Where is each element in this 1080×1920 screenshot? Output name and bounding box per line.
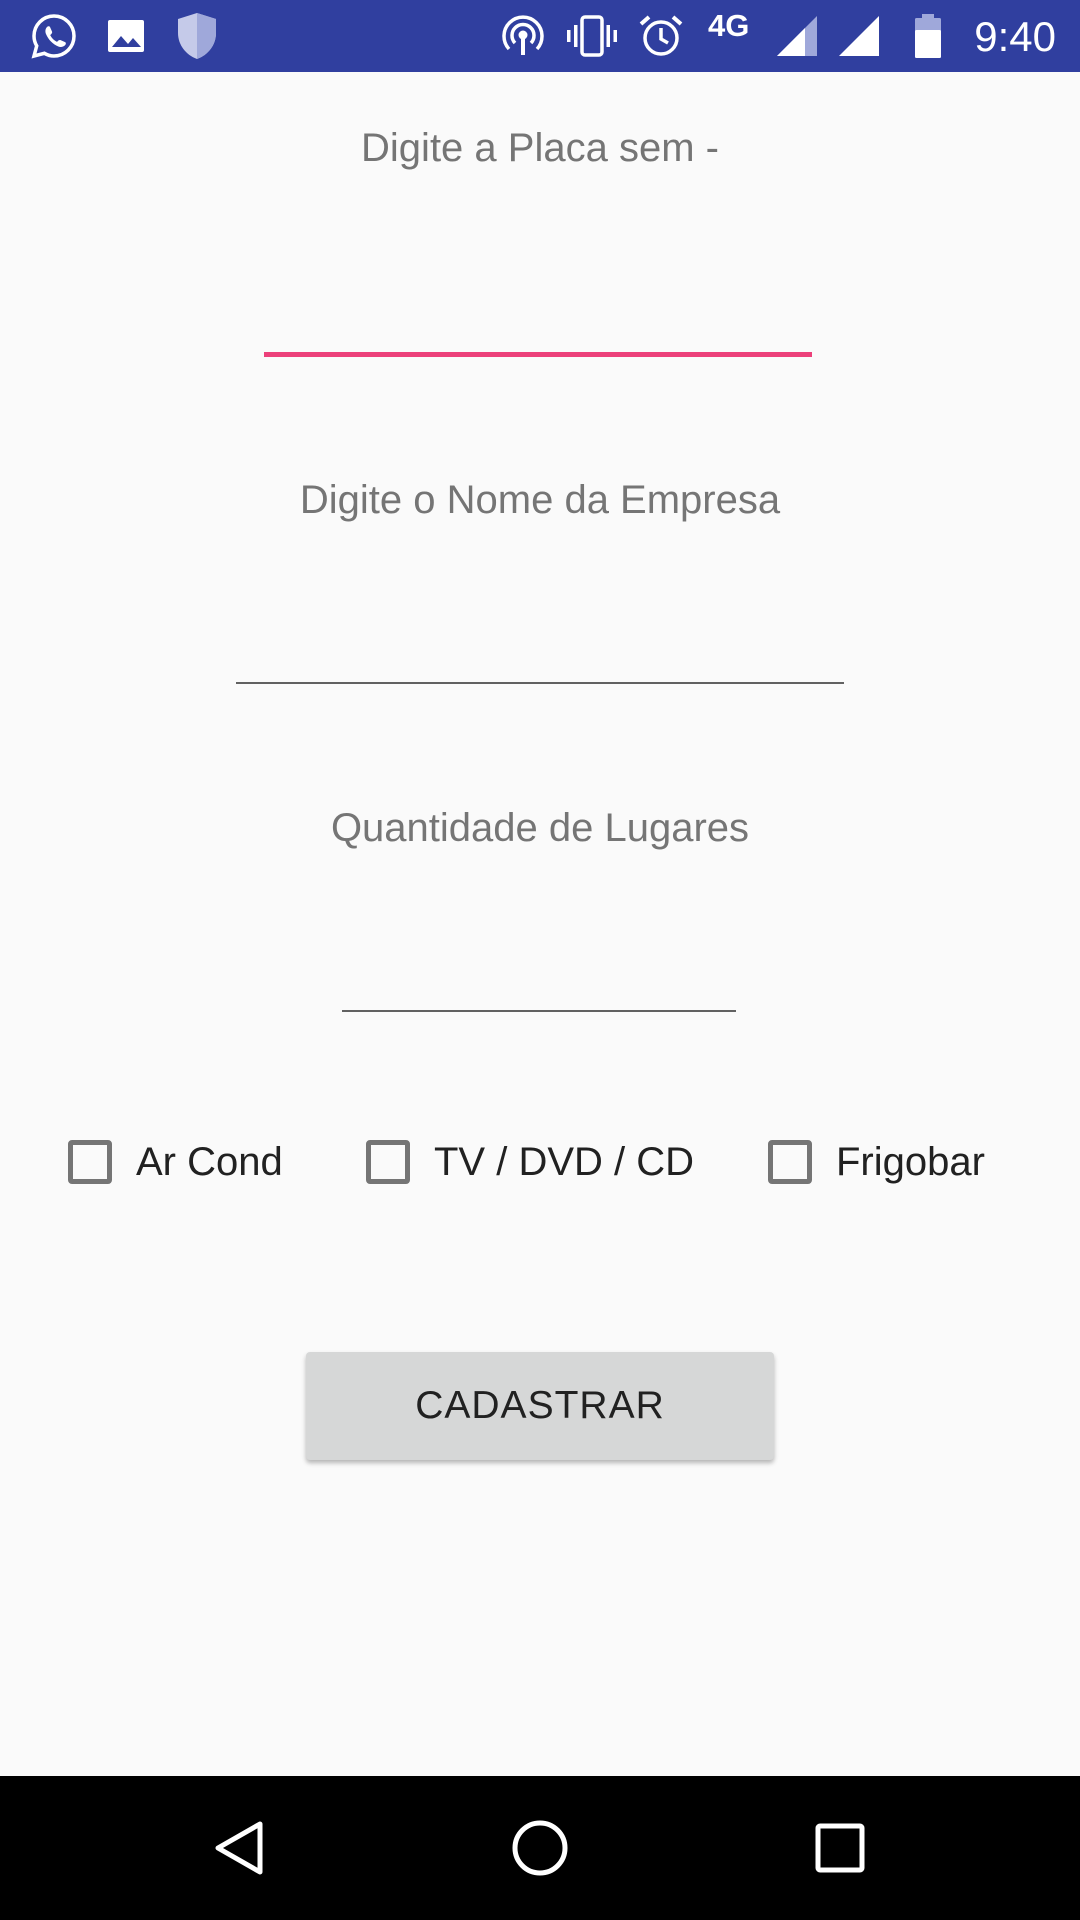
checkbox-label: Frigobar <box>836 1139 985 1184</box>
back-icon[interactable] <box>160 1776 320 1920</box>
checkbox-box[interactable] <box>68 1140 112 1184</box>
air-conditioning-checkbox[interactable]: Ar Cond <box>68 1132 283 1192</box>
plate-field-hint: Digite a Placa sem - <box>361 126 719 170</box>
alarm-icon <box>636 0 686 72</box>
seats-field[interactable] <box>342 1010 736 1012</box>
shield-icon <box>172 0 222 72</box>
hotspot-icon <box>498 0 548 72</box>
options-row: Ar Cond TV / DVD / CD Frigobar <box>0 1132 1080 1192</box>
home-icon[interactable] <box>460 1776 620 1920</box>
signal-icon <box>774 0 820 72</box>
vibrate-icon <box>564 0 620 72</box>
battery-icon <box>910 0 946 72</box>
recents-icon[interactable] <box>760 1776 920 1920</box>
company-name-field-hint: Digite o Nome da Empresa <box>299 478 781 522</box>
plate-field[interactable] <box>264 352 812 357</box>
network-type-label: 4G <box>708 8 750 43</box>
tv-dvd-cd-checkbox[interactable]: TV / DVD / CD <box>366 1132 694 1192</box>
whatsapp-icon <box>28 0 80 72</box>
checkbox-box[interactable] <box>768 1140 812 1184</box>
checkbox-label: Ar Cond <box>136 1139 283 1184</box>
company-name-field[interactable] <box>236 682 844 684</box>
minibar-checkbox[interactable]: Frigobar <box>768 1132 985 1192</box>
image-icon <box>102 0 150 72</box>
checkbox-label: TV / DVD / CD <box>434 1139 695 1184</box>
signal-icon <box>836 0 882 72</box>
navigation-bar <box>0 1776 1080 1920</box>
clock: 9:40 <box>974 13 1056 60</box>
checkbox-box[interactable] <box>366 1140 410 1184</box>
status-bar: 4G 9:40 <box>0 0 1080 72</box>
seats-field-hint: Quantidade de Lugares <box>330 806 750 850</box>
register-button[interactable]: CADASTRAR <box>306 1352 774 1460</box>
